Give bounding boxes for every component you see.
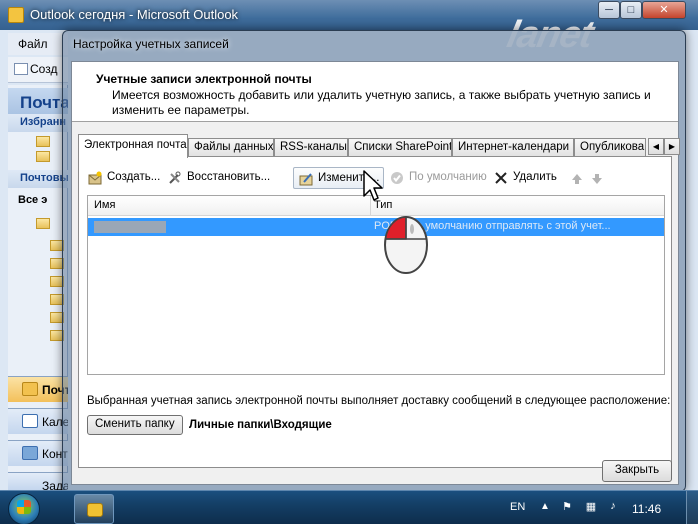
language-indicator[interactable]: EN	[510, 501, 525, 513]
dialog-description: Имеется возможность добавить или удалить…	[112, 88, 651, 117]
folder-icon	[36, 151, 50, 162]
folder-icon	[36, 218, 50, 229]
tab-internet-calendars[interactable]: Интернет-календари	[452, 138, 574, 157]
all-mail-items[interactable]: Все э	[18, 194, 47, 206]
tab-scroll-left-icon[interactable]: ◀	[648, 138, 664, 155]
dialog-title: Настройка учетных записей	[73, 37, 229, 51]
account-settings-dialog: Настройка учетных записей Учетные записи…	[62, 30, 686, 492]
redacted-account-name	[94, 221, 166, 233]
show-desktop-button[interactable]	[686, 491, 698, 524]
volume-icon[interactable]: ♪	[606, 500, 620, 514]
dialog-body: Учетные записи электронной почты Имеется…	[71, 61, 680, 485]
delete-account-button[interactable]: Удалить	[489, 167, 561, 189]
tab-sharepoint-lists[interactable]: Списки SharePoint	[348, 138, 452, 157]
taskbar: EN ▲ ⚑ ▦ ♪ 11:46	[0, 490, 698, 524]
contacts-icon	[22, 446, 38, 460]
dialog-heading: Учетные записи электронной почты	[96, 72, 312, 86]
tab-published-calendars[interactable]: Опубликова	[574, 138, 646, 157]
nav-button-calendar[interactable]: Календарь	[8, 408, 68, 434]
windows-logo-icon	[17, 500, 31, 514]
create-account-button[interactable]: Создать...	[83, 167, 164, 189]
move-up-icon[interactable]	[571, 173, 583, 185]
show-hidden-icons-icon[interactable]: ▲	[540, 501, 550, 512]
checkmark-icon	[391, 172, 403, 184]
change-folder-button[interactable]: Сменить папку	[87, 415, 183, 435]
move-down-icon[interactable]	[591, 173, 603, 185]
default-label: По умолчанию	[409, 171, 487, 183]
tab-email[interactable]: Электронная почта	[78, 134, 188, 158]
menu-file[interactable]: Файл	[18, 37, 48, 51]
taskbar-outlook-button[interactable]	[74, 494, 114, 524]
delete-x-icon	[495, 172, 507, 184]
nav-button-contacts[interactable]: Контакты	[8, 440, 68, 466]
calendar-icon	[22, 414, 38, 428]
delivery-location-text: Выбранная учетная запись электронной поч…	[87, 395, 671, 407]
accounts-list[interactable]: Имя Тип POP3 (по умолчанию отправлять с …	[87, 195, 665, 375]
folder-icon	[36, 136, 50, 147]
create-label: Создать...	[107, 171, 161, 183]
mail-folders-section[interactable]: Почтовые	[8, 170, 68, 188]
edit-account-icon	[299, 173, 313, 186]
clock[interactable]: 11:46	[632, 502, 661, 516]
new-item-icon	[14, 63, 28, 75]
tab-strip: Электронная почта Файлы данных RSS-канал…	[78, 134, 680, 158]
delivery-folder-path: Личные папки\Входящие	[189, 419, 332, 431]
dialog-header: Учетные записи электронной почты Имеется…	[72, 62, 678, 122]
minimize-button[interactable]: ─	[598, 1, 620, 19]
mail-icon	[22, 382, 38, 396]
flag-icon[interactable]: ⚑	[560, 500, 574, 514]
close-button[interactable]: Закрыть	[602, 460, 672, 482]
account-row[interactable]: POP3 (по умолчанию отправлять с этой уче…	[88, 218, 664, 236]
new-account-icon	[88, 171, 102, 185]
tools-icon	[169, 171, 181, 184]
email-tab-page: Создать... Восстановить... Изменить... П…	[78, 156, 672, 468]
network-icon[interactable]: ▦	[584, 500, 598, 514]
window-title: Outlook сегодня - Microsoft Outlook	[30, 7, 239, 22]
set-default-button[interactable]: По умолчанию	[385, 167, 491, 189]
create-button[interactable]: Созд	[30, 62, 57, 76]
delete-label: Удалить	[513, 171, 557, 183]
favorites-section[interactable]: Избранн	[8, 114, 68, 132]
tab-data-files[interactable]: Файлы данных	[188, 138, 274, 157]
mouse-click-icon	[384, 216, 428, 274]
tab-rss-feeds[interactable]: RSS-каналы	[274, 138, 348, 157]
nav-button-mail[interactable]: Почта	[8, 376, 68, 402]
outlook-titlebar: Outlook сегодня - Microsoft Outlook ─ □ …	[0, 0, 698, 56]
nav-pane-header: Почта	[8, 88, 68, 116]
mouse-pointer-icon	[363, 170, 383, 201]
tab-scroll-right-icon[interactable]: ▶	[664, 138, 680, 155]
outlook-app-icon	[8, 7, 24, 23]
nav-button-tasks[interactable]: Задачи	[8, 472, 68, 490]
close-window-button[interactable]: ✕	[642, 1, 686, 19]
column-name-header[interactable]: Имя	[94, 199, 115, 211]
repair-label: Восстановить...	[187, 171, 271, 183]
outlook-icon	[87, 503, 103, 517]
maximize-button[interactable]: □	[620, 1, 642, 19]
repair-account-button[interactable]: Восстановить...	[163, 167, 274, 189]
